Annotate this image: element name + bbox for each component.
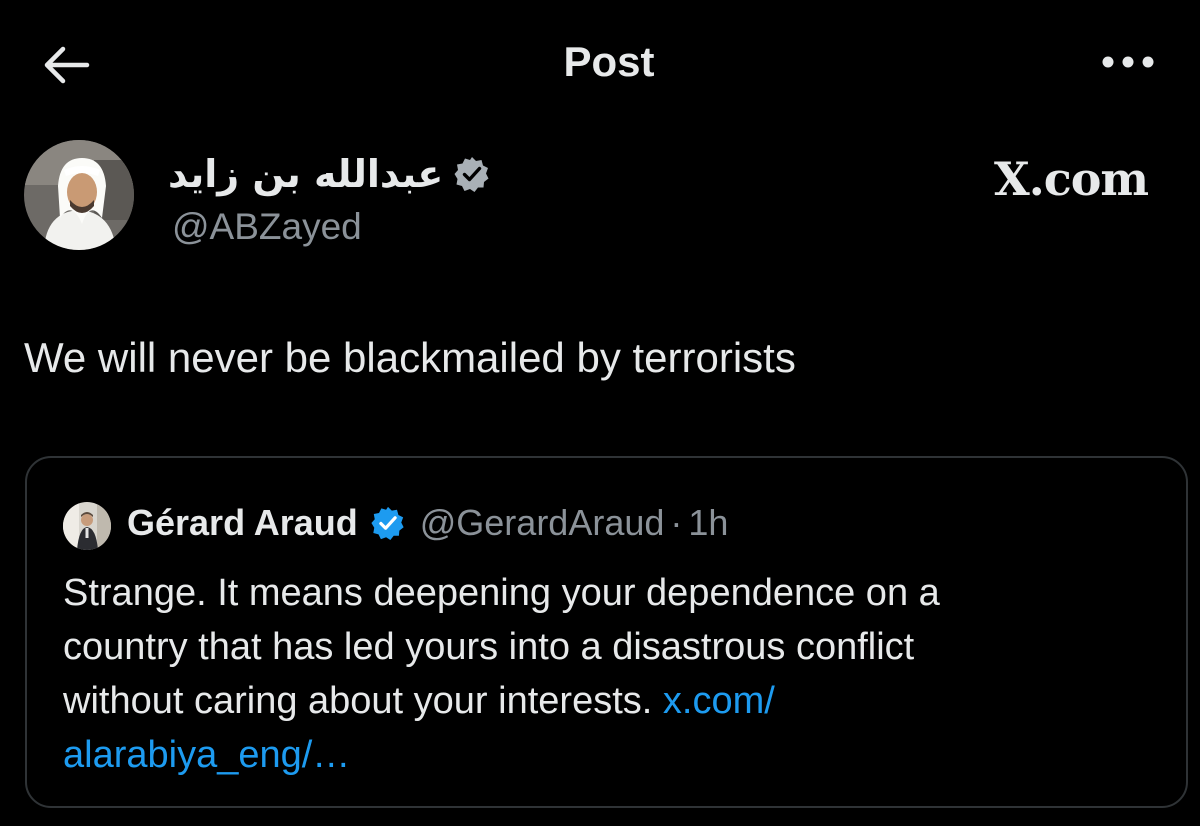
quoted-author-avatar[interactable] xyxy=(63,502,111,550)
quoted-text-line: Strange. It means deepening your depende… xyxy=(63,572,940,614)
more-horizontal-icon xyxy=(1102,56,1154,68)
top-bar: Post xyxy=(0,0,1200,125)
quoted-link[interactable]: x.com/ xyxy=(663,680,775,722)
author-handle[interactable]: @ABZayed xyxy=(172,206,362,248)
quoted-text-line-3: without caring about your interests. xyxy=(63,680,653,722)
verified-badge-icon xyxy=(454,157,489,192)
quoted-author-handle[interactable]: @GerardAraud xyxy=(420,502,665,544)
dot-separator: · xyxy=(670,502,683,543)
page-title: Post xyxy=(563,38,655,85)
quoted-text-line: alarabiya_eng/… xyxy=(63,728,1143,782)
quoted-author-name[interactable]: Gérard Araud xyxy=(127,502,358,544)
watermark: X.com xyxy=(994,152,1149,206)
quoted-verified-badge xyxy=(370,505,406,541)
author-name: عبدالله بن زايد xyxy=(168,152,444,196)
quoted-text-line: country that has led yours into a disast… xyxy=(63,626,915,668)
more-options-button[interactable] xyxy=(1098,42,1158,82)
post-text: We will never be blackmailed by terroris… xyxy=(24,334,796,381)
author-name-row[interactable]: عبدالله بن زايد xyxy=(168,152,491,196)
quoted-post-text: Strange. It means deepening your depende… xyxy=(63,566,1143,782)
quoted-link-continued[interactable]: alarabiya_eng/… xyxy=(63,734,350,776)
author-avatar[interactable] xyxy=(24,140,134,250)
quoted-post-header: Gérard Araud @GerardAraud · 1h xyxy=(127,502,728,544)
verified-badge-icon xyxy=(371,506,404,541)
quoted-post-time[interactable]: 1h xyxy=(688,502,728,544)
quoted-text-line: without caring about your interests. x.c… xyxy=(63,674,1143,728)
quoted-post-card[interactable]: Gérard Araud @GerardAraud · 1h Strange. … xyxy=(25,456,1188,808)
